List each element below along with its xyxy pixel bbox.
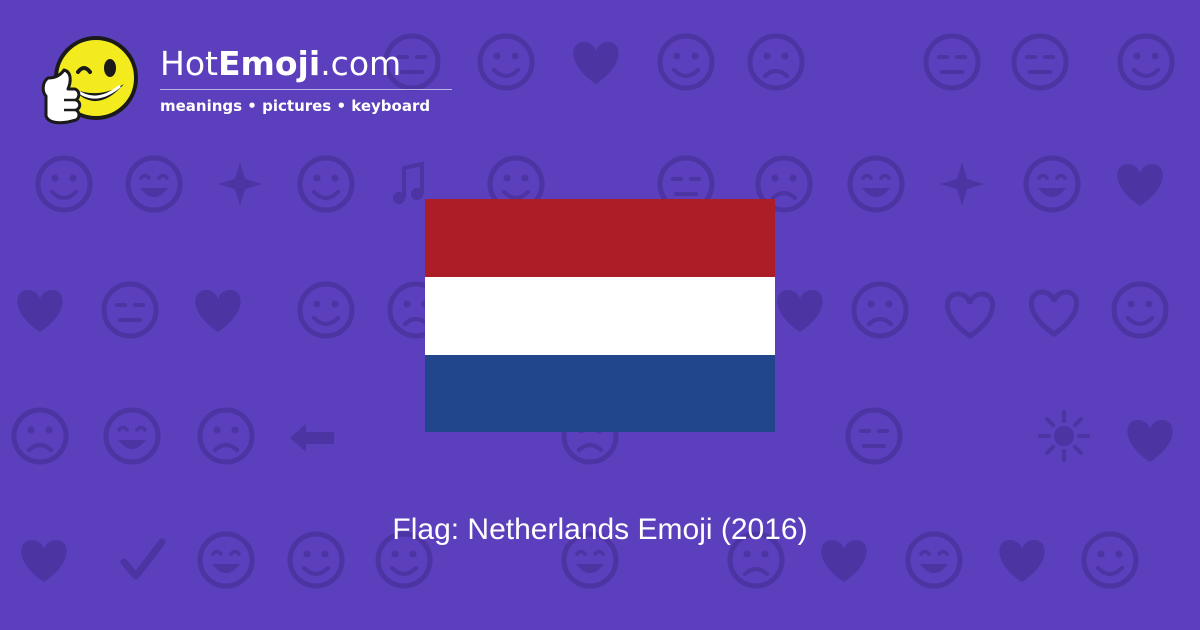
- thumbs-up-winking-face-icon: [41, 36, 138, 125]
- site-name-prefix: Hot: [160, 44, 218, 83]
- flag-stripe-blue: [425, 355, 775, 432]
- site-logo[interactable]: HotEmoji.com meanings • pictures • keybo…: [38, 34, 468, 130]
- logo-divider: [160, 89, 452, 90]
- site-name: HotEmoji.com: [160, 44, 401, 84]
- flag-stripe-red: [425, 199, 775, 277]
- flag-netherlands-icon: [425, 199, 775, 432]
- emoji-caption: Flag: Netherlands Emoji (2016): [392, 513, 808, 546]
- site-name-suffix: .com: [320, 44, 402, 83]
- site-name-bold: Emoji: [217, 44, 321, 83]
- site-tagline: meanings • pictures • keyboard: [160, 97, 431, 115]
- flag-stripe-white: [425, 277, 775, 355]
